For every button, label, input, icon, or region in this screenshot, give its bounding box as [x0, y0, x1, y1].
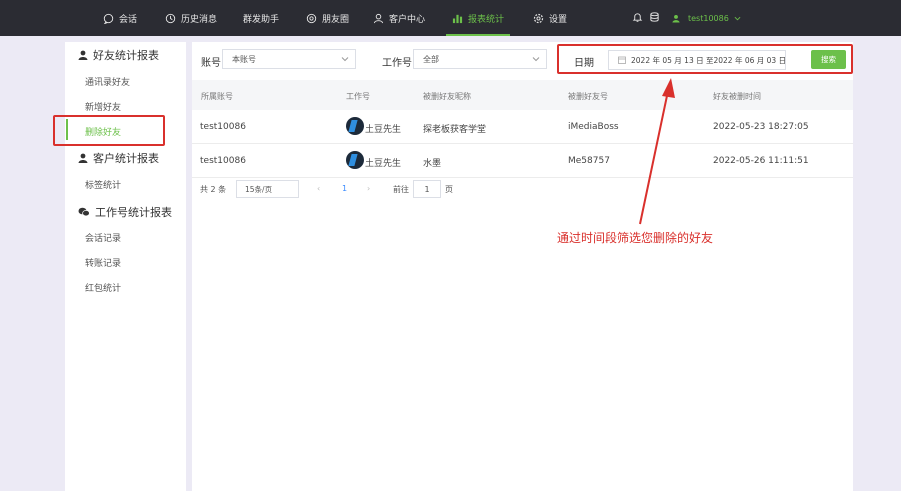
annotation-text: 通过时间段筛选您删除的好友 [557, 231, 714, 245]
annotation-arrow [639, 78, 675, 225]
